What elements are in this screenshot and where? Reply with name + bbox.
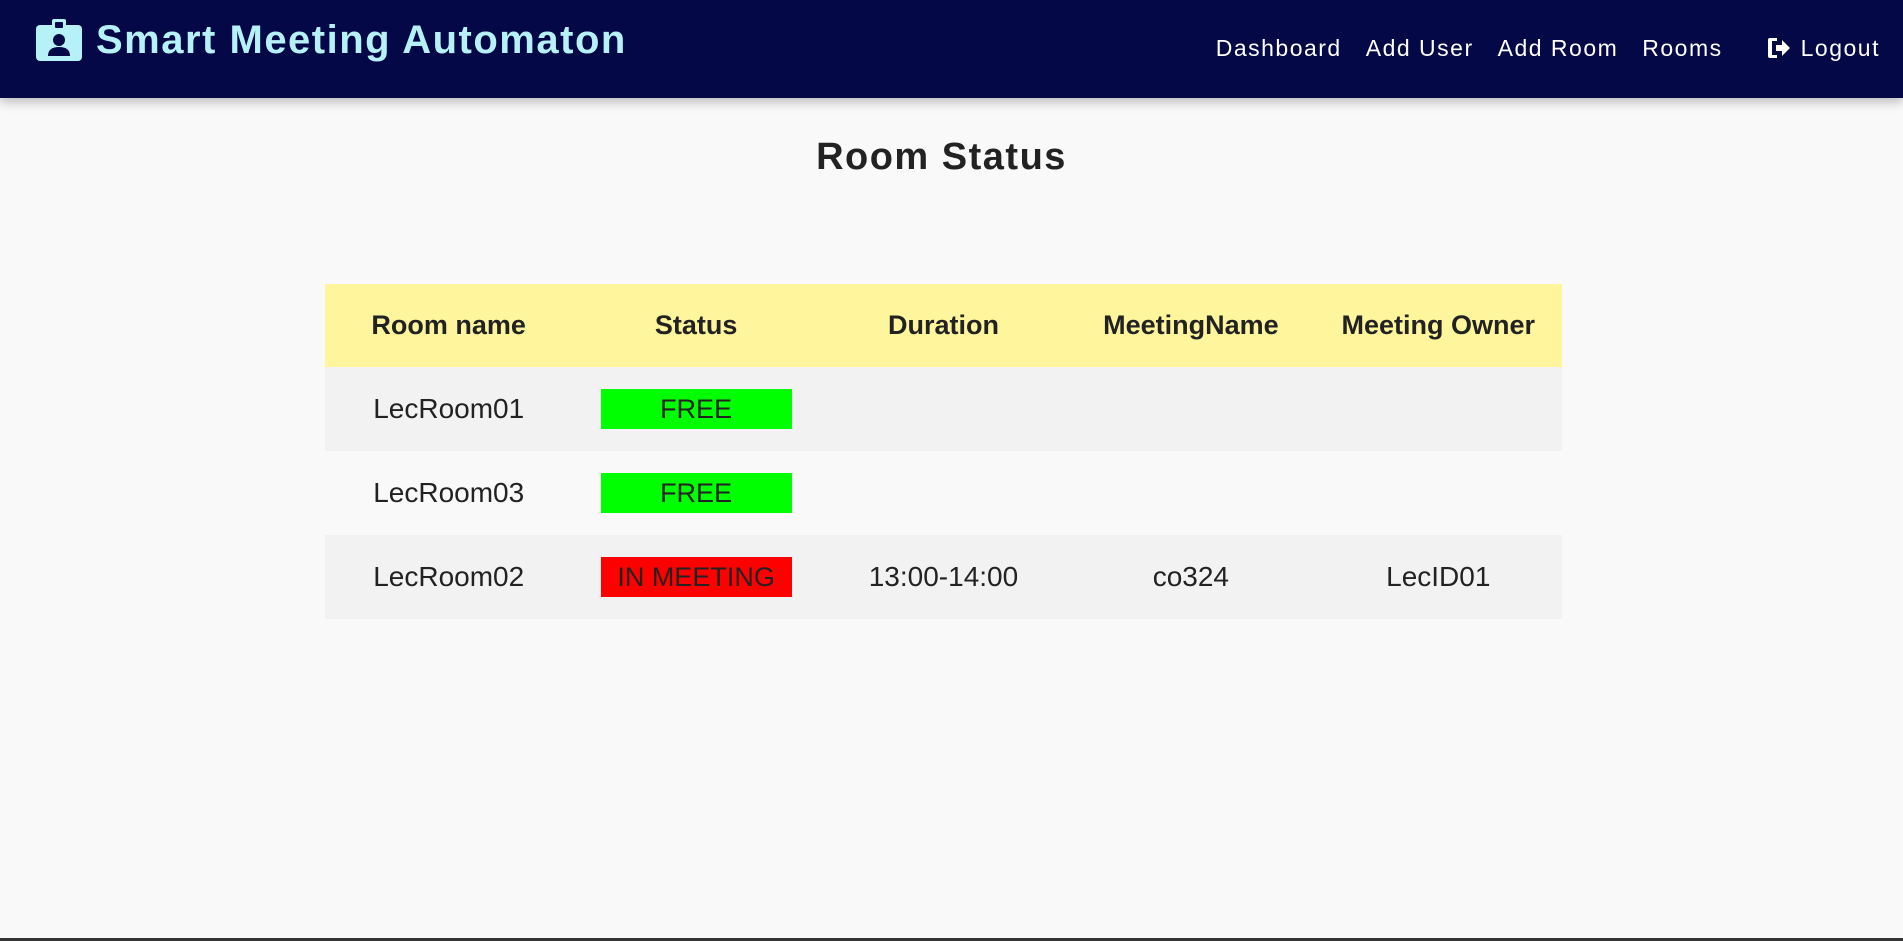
column-header-meeting-name: MeetingName — [1067, 284, 1315, 367]
room-name-cell: LecRoom01 — [325, 367, 573, 451]
table-row: LecRoom01 FREE — [325, 367, 1562, 451]
duration-cell — [819, 451, 1068, 535]
logout-button[interactable]: Logout — [1767, 35, 1880, 62]
duration-cell — [819, 367, 1068, 451]
nav-menu: Dashboard Add User Add Room Rooms Logout — [1192, 30, 1903, 66]
nav-add-user-link[interactable]: Add User — [1366, 35, 1474, 62]
nav-add-room-link[interactable]: Add Room — [1498, 35, 1619, 62]
meeting-name-cell — [1067, 367, 1315, 451]
table-row: LecRoom02 IN MEETING 13:00-14:00 co324 L… — [325, 535, 1562, 619]
duration-cell: 13:00-14:00 — [819, 535, 1068, 619]
room-status-table-container: Room name Status Duration MeetingName Me… — [325, 284, 1562, 619]
table-header-row: Room name Status Duration MeetingName Me… — [325, 284, 1562, 367]
column-header-duration: Duration — [819, 284, 1068, 367]
meeting-owner-cell: LecID01 — [1314, 535, 1562, 619]
id-badge-icon — [36, 19, 82, 61]
sign-out-icon — [1767, 38, 1790, 58]
room-name-cell: LecRoom03 — [325, 451, 573, 535]
status-cell: FREE — [572, 451, 820, 535]
page-title: Room Status — [816, 136, 1067, 178]
column-header-room-name: Room name — [325, 284, 573, 367]
status-badge: FREE — [600, 389, 792, 429]
meeting-owner-cell — [1314, 451, 1562, 535]
status-badge: IN MEETING — [600, 557, 792, 597]
status-cell: FREE — [572, 367, 820, 451]
column-header-meeting-owner: Meeting Owner — [1314, 284, 1562, 367]
logout-label: Logout — [1800, 34, 1880, 61]
room-name-cell: LecRoom02 — [325, 535, 573, 619]
meeting-name-cell: co324 — [1067, 535, 1315, 619]
meeting-name-cell — [1067, 451, 1315, 535]
status-cell: IN MEETING — [572, 535, 820, 619]
nav-rooms-link[interactable]: Rooms — [1642, 35, 1722, 62]
app-title: Smart Meeting Automaton — [96, 17, 627, 62]
column-header-status: Status — [572, 284, 820, 367]
brand-link[interactable]: Smart Meeting Automaton — [36, 14, 627, 66]
nav-dashboard-link[interactable]: Dashboard — [1216, 35, 1342, 62]
meeting-owner-cell — [1314, 367, 1562, 451]
room-status-table: Room name Status Duration MeetingName Me… — [325, 284, 1562, 619]
status-badge: FREE — [600, 473, 792, 513]
top-navbar: Smart Meeting Automaton Dashboard Add Us… — [0, 0, 1903, 98]
table-row: LecRoom03 FREE — [325, 451, 1562, 535]
